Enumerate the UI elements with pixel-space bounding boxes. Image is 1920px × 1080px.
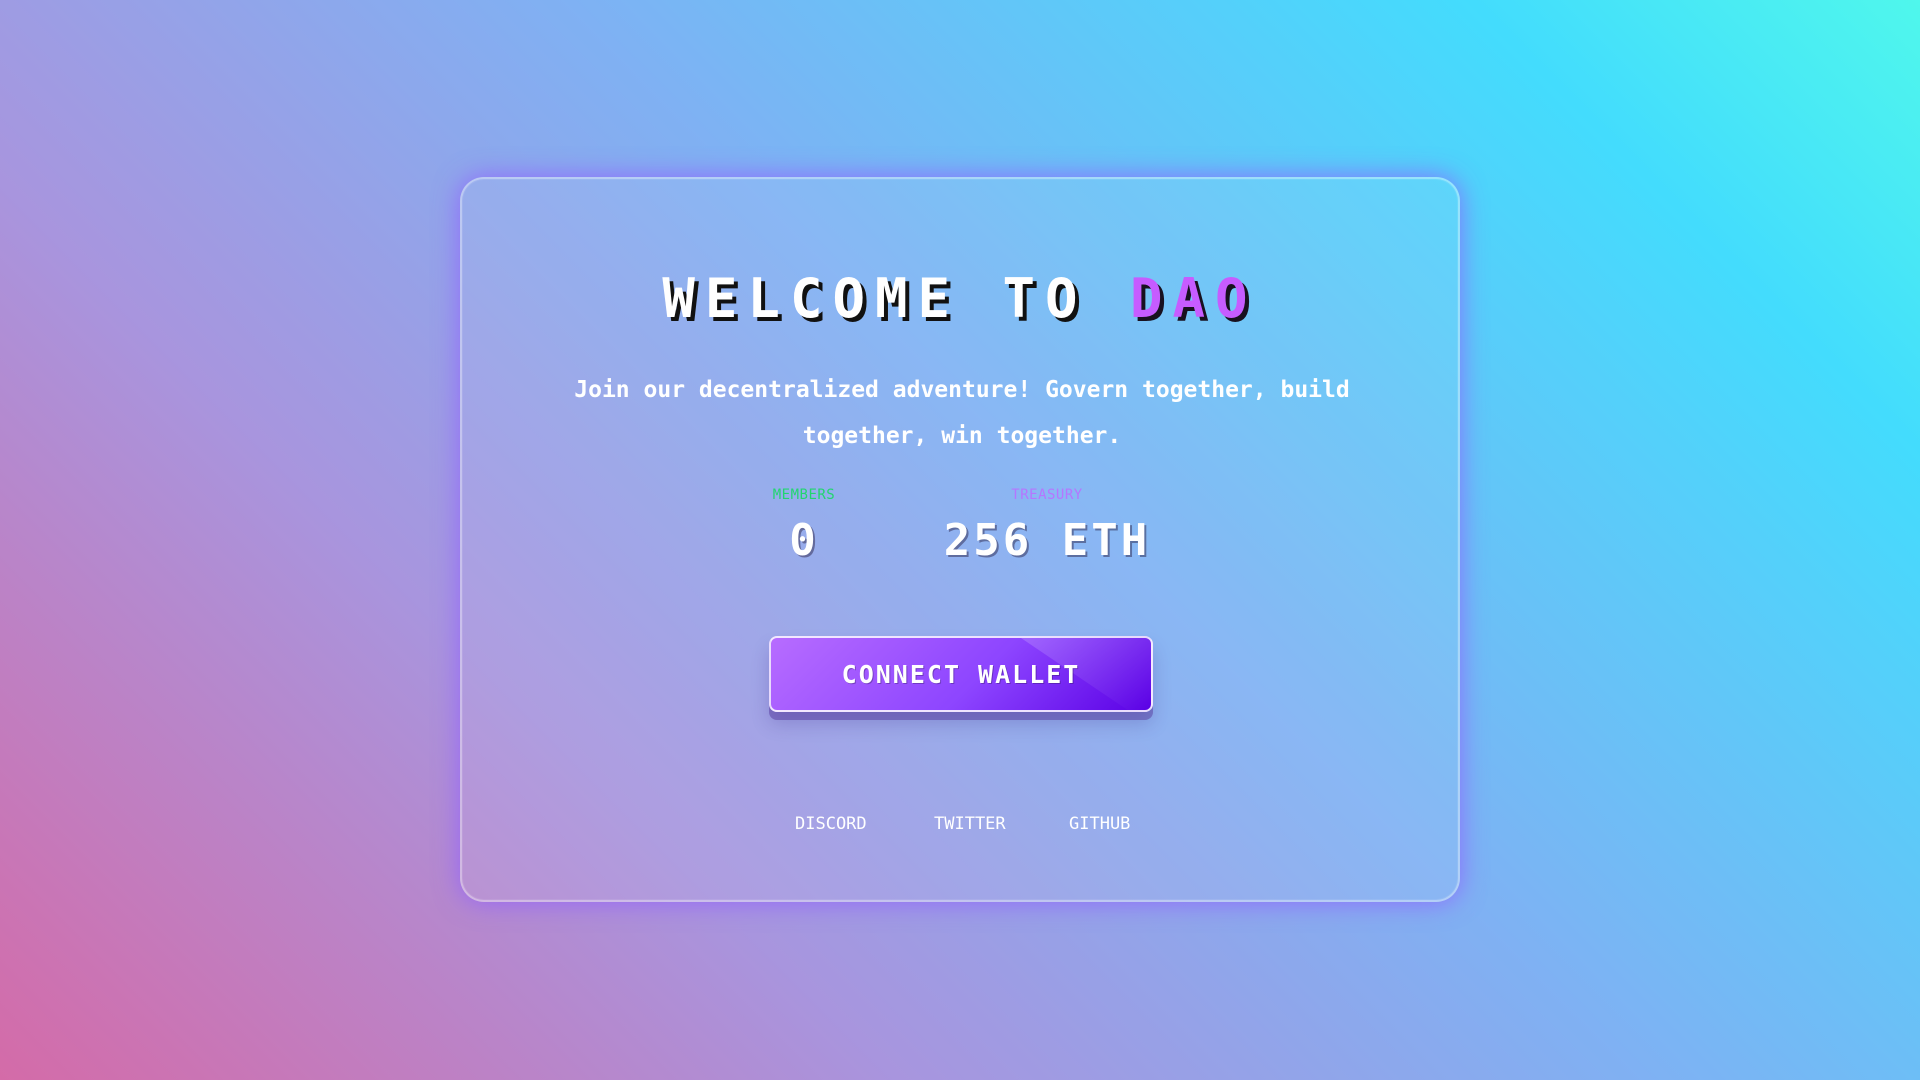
connect-wallet-button[interactable]: CONNECT WALLET [769, 636, 1153, 712]
connect-wallet-label: CONNECT WALLET [841, 659, 1081, 689]
title-accent: DAO [1130, 267, 1258, 331]
twitter-link[interactable]: TWITTER [934, 814, 1006, 834]
discord-link[interactable]: DISCORD [795, 814, 867, 834]
page-title: WELCOME TO DAO [462, 267, 1458, 330]
title-prefix: WELCOME TO [662, 267, 1131, 331]
github-link[interactable]: GITHUB [1069, 814, 1130, 834]
stats-section: MEMBERS 0 TREASURY 256 ETH [462, 486, 1458, 576]
welcome-card: WELCOME TO DAO Join our decentralized ad… [460, 177, 1460, 902]
intro-text: Join our decentralized adventure! Govern… [574, 377, 1350, 449]
treasury-stat: TREASURY 256 ETH [927, 486, 1167, 563]
members-label: MEMBERS [772, 487, 836, 503]
members-stat: MEMBERS 0 [754, 486, 854, 563]
treasury-label: TREASURY [1011, 487, 1083, 503]
footer-links: DISCORD TWITTER GITHUB [462, 814, 1458, 838]
treasury-value: 256 ETH [943, 515, 1151, 566]
members-value: 0 [789, 515, 819, 566]
